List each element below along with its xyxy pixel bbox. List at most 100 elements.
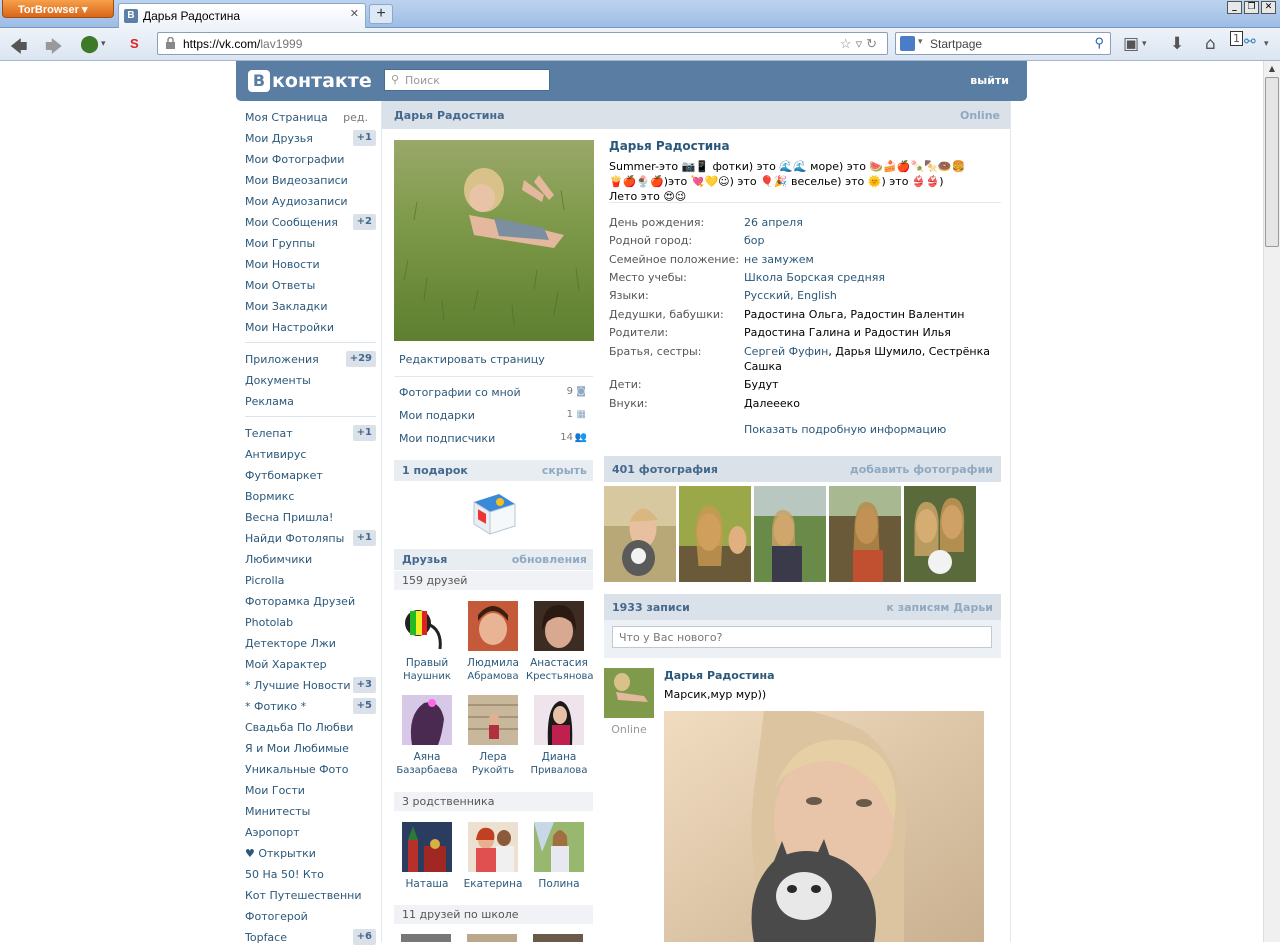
menu-item-app[interactable]: 50 На 50! Кто <box>236 864 376 885</box>
network-icon[interactable]: ⚯ <box>1244 34 1256 50</box>
logout-link[interactable]: выйти <box>970 74 1009 87</box>
photo-thumbnail[interactable] <box>754 486 826 582</box>
info-value[interactable]: Русский, English <box>744 288 1002 303</box>
tab-active[interactable]: B Дарья Радостина ✕ <box>118 3 366 28</box>
friend-photo[interactable] <box>401 934 451 942</box>
friend-photo[interactable] <box>533 934 583 942</box>
noscript-icon[interactable]: S <box>130 36 139 51</box>
menu-item-my-page[interactable]: Моя Страница ред. <box>236 107 376 128</box>
hide-gifts-link[interactable]: скрыть <box>542 464 587 477</box>
show-more-info-link[interactable]: Показать подробную информацию <box>744 423 946 436</box>
status-text[interactable]: Summer-это 📷📱 фотки) это 🌊🌊 море) это 🍉🍰… <box>609 159 1001 203</box>
photo-thumbnail[interactable] <box>829 486 901 582</box>
scroll-thumb[interactable] <box>1265 77 1279 247</box>
post-author-name[interactable]: Дарья Радостина <box>664 669 775 682</box>
tab-count-badge[interactable]: 1 <box>1230 31 1243 46</box>
friend-card[interactable]: Правый Наушник <box>394 601 460 683</box>
menu-item-app[interactable]: Детекторе Лжи <box>236 633 376 654</box>
menu-item-videos[interactable]: Мои Видеозаписи <box>236 170 376 191</box>
friends-updates-link[interactable]: обновления <box>512 553 587 566</box>
chevron-down-icon[interactable]: ▾ <box>1142 39 1147 49</box>
menu-item-ads[interactable]: Реклама <box>236 391 376 412</box>
menu-item-app[interactable]: Весна Пришла! <box>236 507 376 528</box>
new-tab-button[interactable]: + <box>369 4 393 24</box>
chevron-down-icon[interactable]: ▾ <box>918 36 923 47</box>
page-scrollbar[interactable]: ▲ <box>1263 61 1280 942</box>
search-icon[interactable]: ⚲ <box>1094 35 1104 51</box>
menu-item-app[interactable]: Мои Гости <box>236 780 376 801</box>
menu-item-app[interactable]: Телепат +1 <box>236 423 376 444</box>
relatives-count[interactable]: 3 родственника <box>394 792 593 811</box>
friend-card[interactable]: Лера Рукойть <box>460 695 526 777</box>
friend-card[interactable]: Анастасия Крестьянова <box>526 601 594 683</box>
menu-item-app[interactable]: * Фотико * +5 <box>236 696 376 717</box>
menu-item-bookmarks[interactable]: Мои Закладки <box>236 296 376 317</box>
info-value[interactable]: бор <box>744 233 1002 248</box>
menu-item-answers[interactable]: Мои Ответы <box>236 275 376 296</box>
relative-card[interactable]: Екатерина <box>460 822 526 891</box>
search-bar[interactable]: ▾ Startpage ⚲ <box>895 32 1111 55</box>
photo-thumbnail[interactable] <box>679 486 751 582</box>
address-bar[interactable]: https://vk.com/lav1999 ☆▿↻ <box>157 32 888 55</box>
minimize-icon[interactable]: _ <box>1227 1 1242 14</box>
profile-avatar[interactable] <box>394 140 594 341</box>
menu-item-app[interactable]: Я и Мои Любимые <box>236 738 376 759</box>
friends-title[interactable]: Друзья <box>402 553 447 566</box>
relative-card[interactable]: Полина <box>526 822 592 891</box>
friend-photo[interactable] <box>467 934 517 942</box>
menu-item-app[interactable]: Футбомаркет <box>236 465 376 486</box>
relative-card[interactable]: Наташа <box>394 822 460 891</box>
menu-item-apps[interactable]: Приложения +29 <box>236 349 376 370</box>
my-gifts-link[interactable]: Мои подарки 1 ▦ <box>394 409 593 427</box>
chevron-down-icon[interactable]: ▾ <box>1264 39 1269 49</box>
startpage-engine-icon[interactable] <box>900 36 915 51</box>
menu-item-app[interactable]: Минитесты <box>236 801 376 822</box>
gift-box-icon[interactable] <box>469 490 519 538</box>
menu-item-app[interactable]: Фотогерой <box>236 906 376 927</box>
post-photo[interactable] <box>664 711 984 942</box>
menu-item-app[interactable]: Кот Путешественни <box>236 885 376 906</box>
post-author-avatar[interactable] <box>604 668 654 718</box>
tor-browser-button[interactable]: TorBrowser ▾ <box>2 0 114 18</box>
sibling-link[interactable]: Сергей Фуфин <box>744 345 828 358</box>
info-value[interactable]: 26 апреля <box>744 215 1002 230</box>
menu-item-app[interactable]: Фоторамка Друзей <box>236 591 376 612</box>
menu-item-friends[interactable]: Мои Друзья +1 <box>236 128 376 149</box>
add-photos-link[interactable]: добавить фотографии <box>850 463 993 476</box>
home-icon[interactable]: ⌂ <box>1205 34 1216 54</box>
menu-item-photos[interactable]: Мои Фотографии <box>236 149 376 170</box>
bookmark-star-icon[interactable]: ☆ <box>840 36 856 51</box>
vk-logo[interactable]: Вконтакте <box>248 70 372 92</box>
friend-card[interactable]: Людмила Абрамова <box>460 601 526 683</box>
scroll-up-icon[interactable]: ▲ <box>1264 61 1280 76</box>
info-value[interactable]: Школа Борская средняя <box>744 270 1002 285</box>
my-followers-link[interactable]: Мои подписчики 14 👥 <box>394 432 593 450</box>
menu-item-app[interactable]: Мой Характер <box>236 654 376 675</box>
menu-item-messages[interactable]: Мои Сообщения +2 <box>236 212 376 233</box>
menu-item-audio[interactable]: Мои Аудиозаписи <box>236 191 376 212</box>
menu-item-app[interactable]: Вормикс <box>236 486 376 507</box>
info-value[interactable]: не замужем <box>744 252 1002 267</box>
edit-page-link[interactable]: Редактировать страницу <box>399 353 545 366</box>
restore-icon[interactable]: ❐ <box>1244 1 1259 14</box>
bookmarks-icon[interactable]: ▣ <box>1123 34 1139 54</box>
tab-close-icon[interactable]: ✕ <box>350 7 359 20</box>
post-input[interactable]: Что у Вас нового? <box>612 626 992 648</box>
menu-item-settings[interactable]: Мои Настройки <box>236 317 376 338</box>
photos-title[interactable]: 401 фотография <box>612 463 718 476</box>
photo-thumbnail[interactable] <box>604 486 676 582</box>
menu-item-app[interactable]: * Лучшие Новости +3 <box>236 675 376 696</box>
download-icon[interactable]: ⬇ <box>1170 34 1184 54</box>
friend-card[interactable]: Диана Привалова <box>526 695 592 777</box>
tor-onion-icon[interactable]: ⬤ <box>80 34 99 54</box>
menu-item-app[interactable]: Topface +6 <box>236 927 376 948</box>
forward-arrow-icon[interactable]: 🡆 <box>45 34 63 63</box>
menu-item-groups[interactable]: Мои Группы <box>236 233 376 254</box>
wall-title[interactable]: 1933 записи <box>612 601 690 614</box>
menu-item-news[interactable]: Мои Новости <box>236 254 376 275</box>
reload-icon[interactable]: ↻ <box>866 36 881 51</box>
close-window-icon[interactable]: ✕ <box>1261 1 1276 14</box>
menu-item-app[interactable]: Photolab <box>236 612 376 633</box>
menu-item-app[interactable]: Найди Фотоляпы +1 <box>236 528 376 549</box>
friend-card[interactable]: Аяна Базарбаева <box>394 695 460 777</box>
